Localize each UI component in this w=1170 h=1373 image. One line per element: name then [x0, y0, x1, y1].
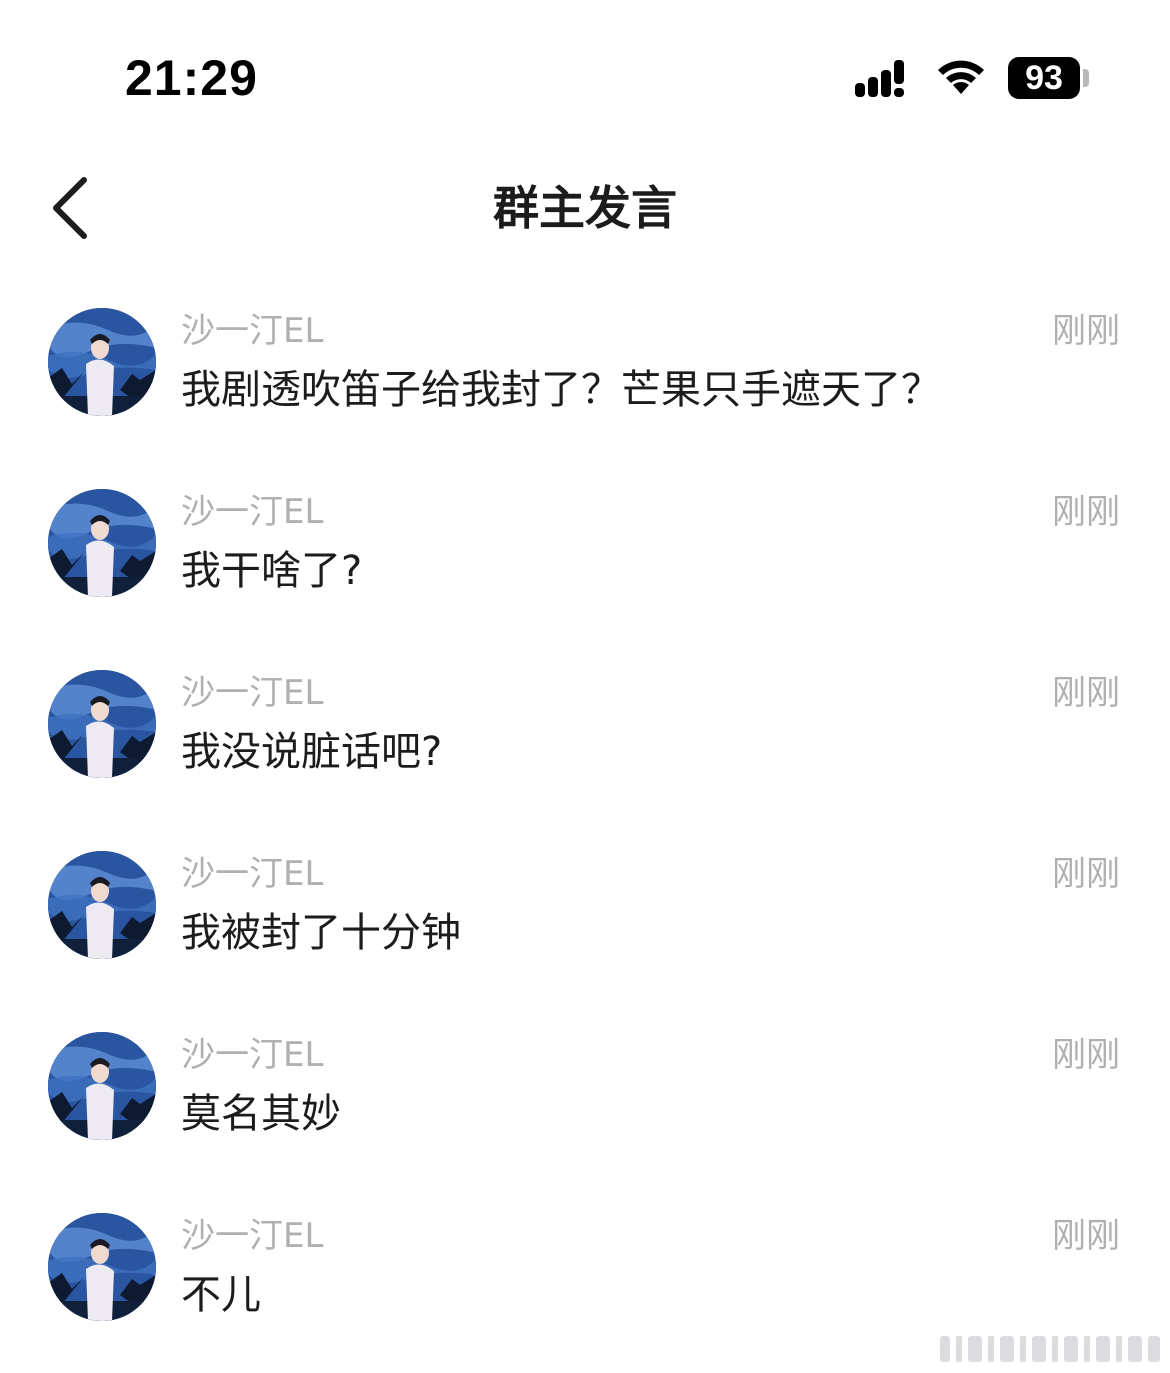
message-text: 我没说脏话吧?	[181, 729, 443, 775]
sender-name: 沙一汀EL	[181, 854, 324, 894]
list-item[interactable]: 沙一汀EL 刚刚 我剧透吹笛子给我封了？芒果只手遮天了？	[0, 300, 1170, 450]
message-time: 刚刚	[1052, 492, 1120, 532]
message-text: 我干啥了?	[181, 548, 363, 594]
battery-icon: 93	[1008, 57, 1092, 99]
avatar[interactable]	[48, 308, 156, 416]
avatar[interactable]	[48, 851, 156, 959]
avatar[interactable]	[48, 1213, 156, 1321]
status-time: 21:29	[125, 50, 258, 106]
sender-name: 沙一汀EL	[181, 492, 324, 532]
avatar[interactable]	[48, 1032, 156, 1140]
list-item[interactable]: 沙一汀EL 刚刚 我干啥了?	[0, 481, 1170, 631]
message-text: 我剧透吹笛子给我封了？芒果只手遮天了？	[181, 367, 941, 413]
list-item[interactable]: 沙一汀EL 刚刚 我没说脏话吧?	[0, 662, 1170, 812]
message-time: 刚刚	[1052, 1035, 1120, 1075]
avatar[interactable]	[48, 489, 156, 597]
status-bar: 21:29 93	[0, 0, 1170, 150]
avatar-image	[48, 670, 156, 778]
message-time: 刚刚	[1052, 1216, 1120, 1256]
page-title: 群主发言	[493, 181, 677, 235]
message-time: 刚刚	[1052, 854, 1120, 894]
list-item[interactable]: 沙一汀EL 刚刚 莫名其妙	[0, 1024, 1170, 1174]
signal-icon	[855, 60, 904, 97]
sender-name: 沙一汀EL	[181, 673, 324, 713]
wifi-icon	[938, 60, 984, 94]
message-text: 莫名其妙	[181, 1091, 341, 1137]
avatar[interactable]	[48, 670, 156, 778]
avatar-image	[48, 1032, 156, 1140]
avatar-image	[48, 489, 156, 597]
avatar-image	[48, 308, 156, 416]
battery-level: 93	[1008, 57, 1080, 99]
list-item[interactable]: 沙一汀EL 刚刚 不儿	[0, 1205, 1170, 1355]
message-time: 刚刚	[1052, 673, 1120, 713]
watermark-logo	[940, 1336, 1160, 1362]
sender-name: 沙一汀EL	[181, 1216, 324, 1256]
message-time: 刚刚	[1052, 311, 1120, 351]
avatar-image	[48, 1213, 156, 1321]
sender-name: 沙一汀EL	[181, 1035, 324, 1075]
list-item[interactable]: 沙一汀EL 刚刚 我被封了十分钟	[0, 843, 1170, 993]
message-text: 不儿	[181, 1272, 261, 1318]
message-text: 我被封了十分钟	[181, 910, 461, 956]
sender-name: 沙一汀EL	[181, 311, 324, 351]
avatar-image	[48, 851, 156, 959]
battery-tip	[1083, 69, 1089, 87]
